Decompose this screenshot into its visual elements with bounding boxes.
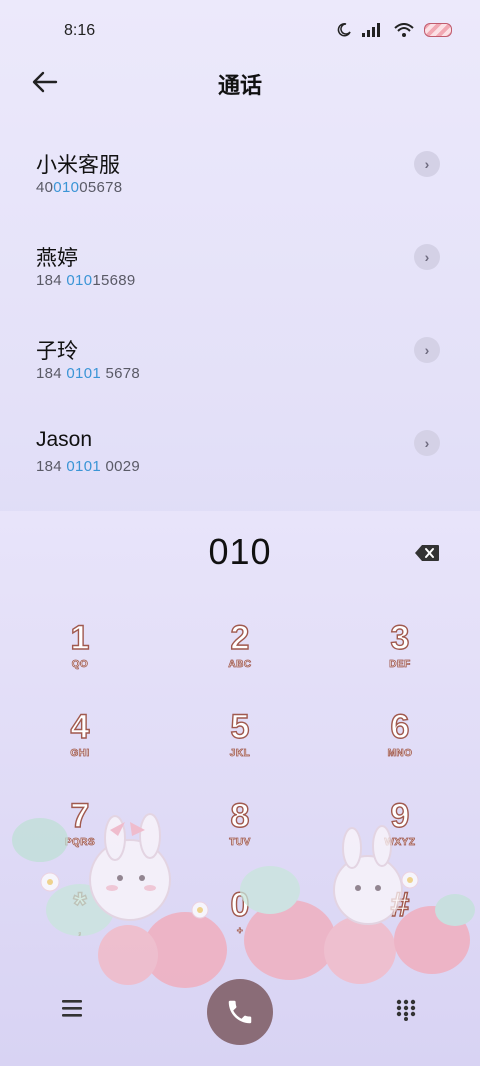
page-title: 通话 (217, 73, 262, 98)
key-7[interactable]: 7 PQRS (20, 796, 140, 877)
chevron-right-icon[interactable]: › (414, 151, 440, 177)
menu-icon[interactable] (60, 997, 86, 1019)
key-4[interactable]: 4 GHI (20, 707, 140, 788)
moon-icon (337, 23, 351, 37)
contact-row[interactable]: 小米客服 4001005678 › (0, 135, 480, 228)
contact-number: 184 0101 5678 (36, 365, 141, 382)
contact-name: 燕婷 (36, 247, 78, 270)
keypad-toggle-icon[interactable] (396, 999, 416, 1021)
wifi-icon (394, 23, 414, 37)
key-0[interactable]: 0 + (180, 885, 300, 966)
number-match-highlight: 010 (66, 272, 93, 289)
contact-suggestion-list: 小米客服 4001005678 › 燕婷 184 01015689 › 子玲 1… (0, 135, 480, 507)
signal-icon (362, 23, 380, 37)
contact-name: 小米客服 (36, 154, 120, 177)
contact-number: 184 0101 0029 (36, 458, 141, 475)
number-match-highlight: 0101 (66, 458, 101, 475)
contact-name: Jason (36, 428, 93, 451)
call-button[interactable] (207, 979, 273, 1045)
status-bar: 8:16 (0, 0, 480, 62)
chevron-right-icon[interactable]: › (414, 430, 440, 456)
key-3[interactable]: 3 DEF (340, 618, 460, 699)
number-match-highlight: 0101 (66, 365, 101, 382)
dialed-number: 010 (208, 531, 272, 572)
key-5[interactable]: 5 JKL (180, 707, 300, 788)
key-2[interactable]: 2 ABC (180, 618, 300, 699)
chevron-right-icon[interactable]: › (414, 337, 440, 363)
phone-icon (228, 1000, 252, 1024)
bottom-action-bar (0, 975, 480, 1066)
key-1[interactable]: 1 QO (20, 618, 140, 699)
backspace-icon[interactable] (414, 544, 440, 562)
key-8[interactable]: 8 TUV (180, 796, 300, 877)
key-9[interactable]: 9 WXYZ (340, 796, 460, 877)
voicemail-icon: QO (71, 659, 89, 671)
key-star[interactable]: *, (20, 885, 140, 966)
status-time: 8:16 (64, 22, 96, 39)
contact-row[interactable]: Jason 184 0101 0029 › (0, 414, 480, 507)
key-6[interactable]: 6 MNO (340, 707, 460, 788)
contact-number: 4001005678 (36, 179, 123, 196)
key-hash[interactable]: # (340, 885, 460, 966)
contact-row[interactable]: 燕婷 184 01015689 › (0, 228, 480, 321)
contact-name: 子玲 (36, 340, 78, 363)
header: 通话 (0, 62, 480, 102)
contact-number: 184 01015689 (36, 272, 136, 289)
contact-row[interactable]: 子玲 184 0101 5678 › (0, 321, 480, 414)
status-icons (336, 22, 452, 38)
chevron-right-icon[interactable]: › (414, 244, 440, 270)
number-match-highlight: 010 (53, 179, 80, 196)
battery-icon (424, 23, 452, 37)
